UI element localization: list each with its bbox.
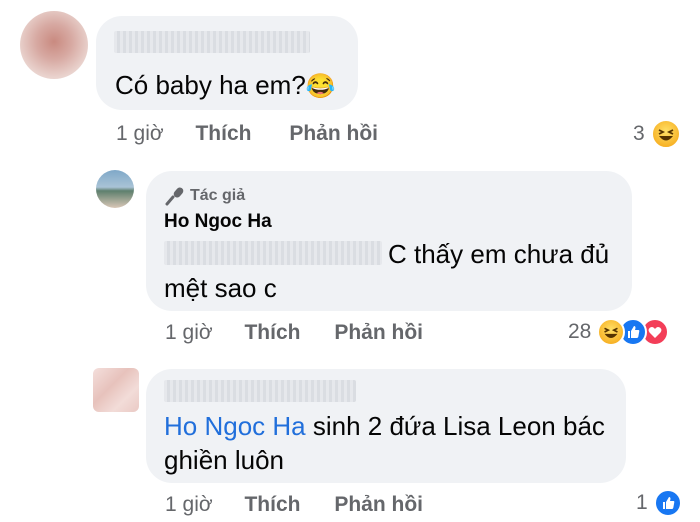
author-avatar[interactable] [96, 170, 134, 208]
haha-reaction-icon [597, 318, 626, 346]
commenter-avatar[interactable] [20, 11, 88, 79]
like-reaction-icon [653, 489, 682, 517]
blurred-commenter-name [114, 31, 310, 53]
like-button[interactable]: Thích [244, 321, 300, 344]
mention-link[interactable]: Ho Ngoc Ha [164, 411, 306, 441]
reply-button[interactable]: Phản hồi [289, 122, 378, 145]
like-button[interactable]: Thích [244, 493, 300, 516]
reply-button[interactable]: Phản hồi [334, 321, 423, 344]
blurred-mention [164, 241, 382, 265]
comment-actions: 1 giờ Thích Phản hồi [165, 321, 423, 345]
reply-button[interactable]: Phản hồi [334, 493, 423, 516]
commenter-avatar[interactable] [93, 368, 139, 412]
author-comment-text-line1: C thấy em chưa đủ [388, 239, 610, 269]
reaction-count: 28 [568, 320, 592, 343]
comment-text-line2: ghiền luôn [164, 445, 284, 475]
comment-text-line1: Ho Ngoc Ha sinh 2 đứa Lisa Leon bác [164, 411, 605, 441]
laughing-emoji-icon: 😂 [305, 73, 336, 100]
author-name[interactable]: Ho Ngoc Ha [164, 211, 272, 233]
microphone-icon [165, 187, 184, 206]
reaction-summary[interactable]: 3 [633, 119, 681, 149]
comment-actions: 1 giờ Thích Phản hồi [116, 122, 378, 146]
reaction-count: 1 [636, 491, 648, 514]
reaction-count: 3 [633, 122, 645, 145]
reaction-summary[interactable]: 28 [568, 317, 670, 347]
like-button[interactable]: Thích [195, 122, 251, 145]
comment-time[interactable]: 1 giờ [165, 321, 213, 344]
comment-time[interactable]: 1 giờ [116, 122, 164, 145]
reaction-summary[interactable]: 1 [636, 488, 682, 518]
author-badge: Tác giả [164, 185, 245, 207]
comment-text: Có baby ha em?😂 [115, 70, 336, 100]
author-comment-text-line2: mệt sao c [164, 273, 277, 303]
haha-reaction-icon [650, 119, 681, 149]
comment-actions: 1 giờ Thích Phản hồi [165, 493, 423, 517]
comment-time[interactable]: 1 giờ [165, 493, 213, 516]
blurred-commenter-name [164, 380, 356, 402]
